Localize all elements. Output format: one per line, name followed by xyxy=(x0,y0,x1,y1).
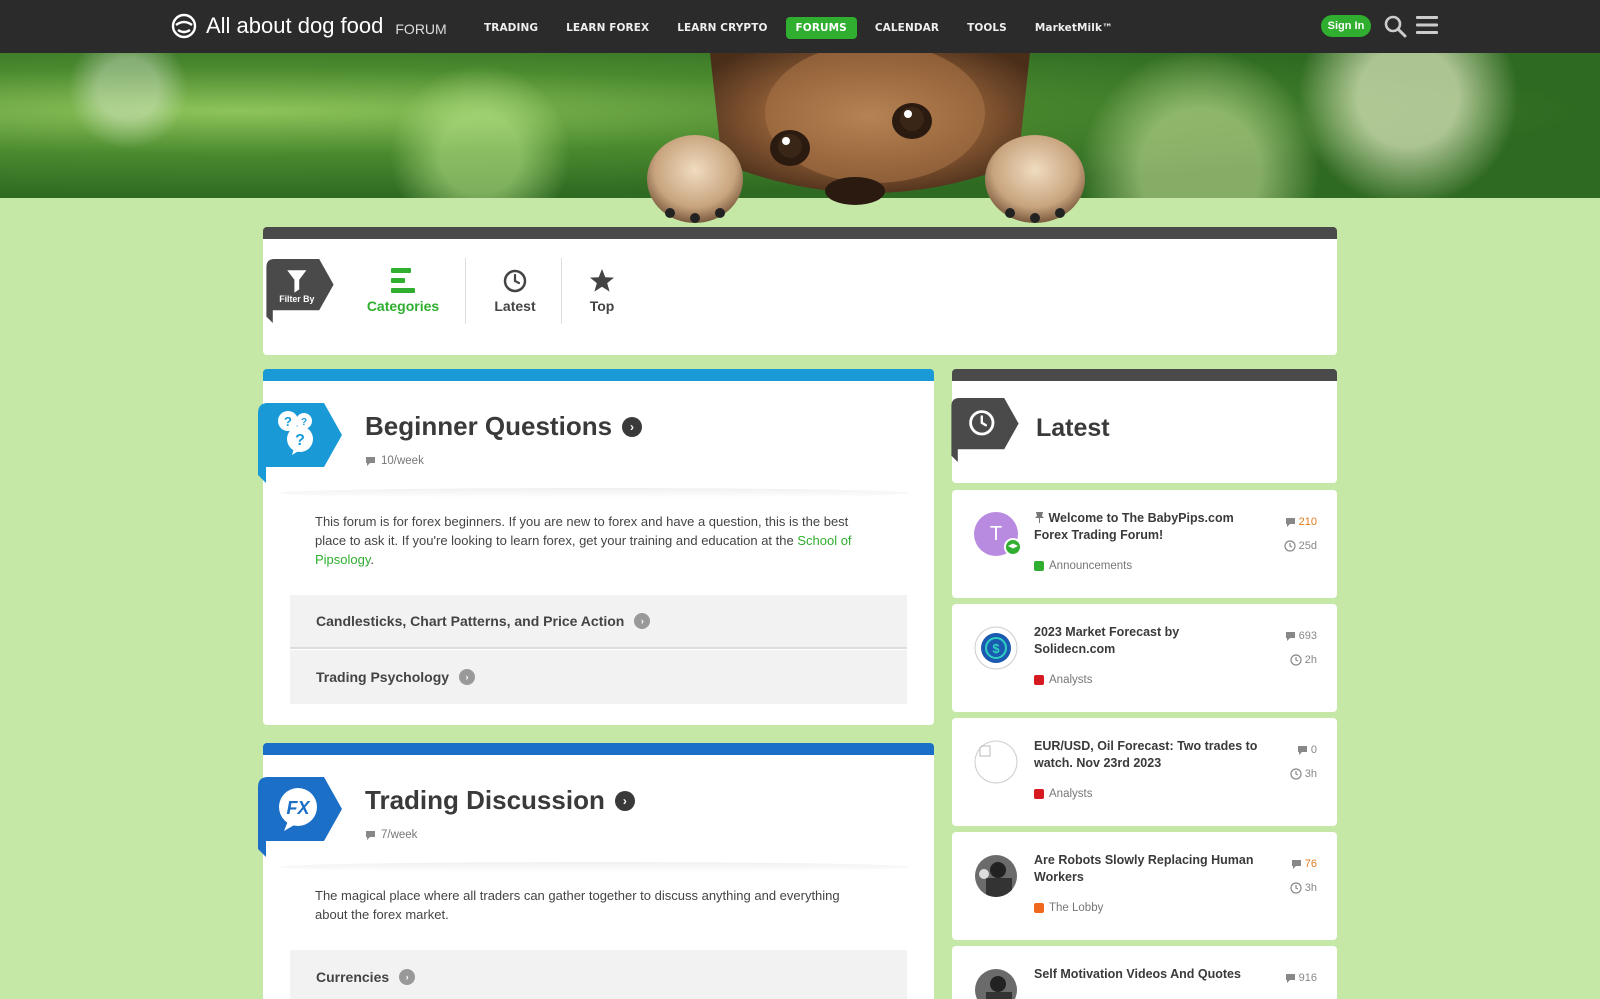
top-navigation-bar: All about dog food FORUM TRADING LEARN F… xyxy=(0,0,1600,53)
category-post-rate: 7/week xyxy=(365,829,417,841)
chevron-right-icon: › xyxy=(399,969,416,985)
svg-text:?: ? xyxy=(284,414,292,429)
category-description: The magical place where all traders can … xyxy=(315,888,840,922)
avatar[interactable] xyxy=(974,968,1018,999)
category-color-swatch xyxy=(1034,789,1044,799)
topic-age: 3h xyxy=(1290,768,1317,780)
topic-age: 2h xyxy=(1290,654,1317,666)
svg-text:?: ? xyxy=(301,417,307,428)
svg-text:?: ? xyxy=(295,432,305,449)
nav-trading[interactable]: TRADING xyxy=(474,17,548,39)
topic-category[interactable]: The Lobby xyxy=(1034,902,1103,914)
nav-marketmilk[interactable]: MarketMilk™ xyxy=(1025,17,1123,39)
reply-count: 693 xyxy=(1285,630,1317,642)
category-badge-beginner: ? ? ? xyxy=(258,403,342,483)
topic-title[interactable]: Self Motivation Videos And Quotes xyxy=(1034,966,1259,983)
topic-item[interactable]: Self Motivation Videos And Quotes 916 xyxy=(952,946,1337,999)
clock-icon xyxy=(503,269,527,293)
chevron-right-icon: › xyxy=(459,669,476,685)
main-nav: TRADING LEARN FOREX LEARN CRYPTO FORUMS … xyxy=(474,17,1131,39)
tab-divider xyxy=(465,258,466,324)
chevron-right-icon: › xyxy=(614,790,635,811)
chevron-right-icon: › xyxy=(622,416,643,437)
sign-in-button[interactable]: Sign In xyxy=(1321,15,1371,37)
comment-icon xyxy=(1285,517,1295,527)
chevron-right-icon: › xyxy=(634,613,651,629)
category-separator xyxy=(280,488,910,498)
clock-icon xyxy=(1290,768,1302,780)
reply-count: 916 xyxy=(1285,972,1317,984)
category-title-beginner[interactable]: Beginner Questions › xyxy=(365,411,643,442)
tab-categories-label: Categories xyxy=(366,298,440,314)
education-badge-icon xyxy=(1004,538,1022,556)
comment-icon xyxy=(366,456,375,466)
latest-badge xyxy=(951,398,1019,462)
topic-category[interactable]: Analysts xyxy=(1034,788,1092,800)
svg-text:FX: FX xyxy=(286,798,310,818)
category-title-trading[interactable]: Trading Discussion › xyxy=(365,785,635,816)
category-separator xyxy=(280,862,910,872)
comment-icon xyxy=(1285,631,1295,641)
topic-item[interactable]: EUR/USD, Oil Forecast: Two trades to wat… xyxy=(952,718,1337,826)
tab-divider xyxy=(561,258,562,324)
category-color-swatch xyxy=(1034,561,1044,571)
topic-title[interactable]: EUR/USD, Oil Forecast: Two trades to wat… xyxy=(1034,738,1259,772)
tab-latest[interactable]: Latest xyxy=(490,268,540,314)
category-description: This forum is for forex beginners. If yo… xyxy=(315,514,852,567)
reply-count: 0 xyxy=(1297,744,1317,756)
filter-by-tag: Filter By xyxy=(266,259,334,323)
topic-title[interactable]: Welcome to The BabyPips.com Forex Tradin… xyxy=(1034,510,1259,544)
subcategory-currencies[interactable]: Currencies › xyxy=(290,950,907,999)
topic-item[interactable]: T Welcome to The BabyPips.com Forex Trad… xyxy=(952,490,1337,598)
site-section: FORUM xyxy=(395,21,447,37)
topic-category[interactable]: Announcements xyxy=(1034,560,1132,572)
category-badge-trading: FX xyxy=(258,777,342,857)
nav-learn-crypto[interactable]: LEARN CRYPTO xyxy=(667,17,777,39)
category-post-rate: 10/week xyxy=(365,455,424,467)
subcategory-candlesticks[interactable]: Candlesticks, Chart Patterns, and Price … xyxy=(290,595,907,649)
svg-text:$: $ xyxy=(992,641,1000,656)
topic-age: 25d xyxy=(1284,540,1317,552)
latest-title: Latest xyxy=(1036,414,1110,442)
topic-item[interactable]: $ 2023 Market Forecast by Solidecn.com A… xyxy=(952,604,1337,712)
logo-icon xyxy=(171,13,197,39)
hamburger-menu-icon[interactable] xyxy=(1416,15,1438,35)
tab-top-label: Top xyxy=(589,298,615,314)
star-icon xyxy=(590,269,614,292)
tab-categories[interactable]: Categories xyxy=(366,268,440,314)
reply-count: 76 xyxy=(1291,858,1317,870)
topic-title[interactable]: 2023 Market Forecast by Solidecn.com xyxy=(1034,624,1259,658)
site-logo[interactable]: All about dog food FORUM xyxy=(170,12,447,40)
comment-icon xyxy=(366,830,375,840)
clock-icon xyxy=(1290,882,1302,894)
tab-top[interactable]: Top xyxy=(584,268,620,314)
nav-forums[interactable]: FORUMS xyxy=(785,17,857,39)
comment-icon xyxy=(1291,859,1301,869)
comment-icon xyxy=(1297,745,1307,755)
tab-latest-label: Latest xyxy=(494,298,536,314)
clock-icon xyxy=(1284,540,1296,552)
dog-peeking-image xyxy=(647,53,1085,223)
avatar[interactable] xyxy=(974,740,1018,784)
nav-tools[interactable]: TOOLS xyxy=(957,17,1017,39)
category-color-swatch xyxy=(1034,675,1044,685)
search-icon[interactable] xyxy=(1383,14,1407,38)
category-color-swatch xyxy=(1034,903,1044,913)
topic-title[interactable]: Are Robots Slowly Replacing Human Worker… xyxy=(1034,852,1259,886)
topic-item[interactable]: Are Robots Slowly Replacing Human Worker… xyxy=(952,832,1337,940)
comment-icon xyxy=(1285,973,1295,983)
subcategory-trading-psychology[interactable]: Trading Psychology › xyxy=(290,650,907,704)
nav-calendar[interactable]: CALENDAR xyxy=(865,17,949,39)
topic-age: 3h xyxy=(1290,882,1317,894)
filter-by-label: Filter By xyxy=(279,294,314,304)
avatar[interactable]: $ xyxy=(974,626,1018,670)
categories-icon xyxy=(391,268,415,293)
reply-count: 210 xyxy=(1285,516,1317,528)
clock-icon xyxy=(1290,654,1302,666)
avatar[interactable] xyxy=(974,854,1018,898)
site-name: All about dog food xyxy=(206,13,384,38)
pin-icon xyxy=(1035,512,1044,523)
topic-category[interactable]: Analysts xyxy=(1034,674,1092,686)
nav-learn-forex[interactable]: LEARN FOREX xyxy=(556,17,659,39)
